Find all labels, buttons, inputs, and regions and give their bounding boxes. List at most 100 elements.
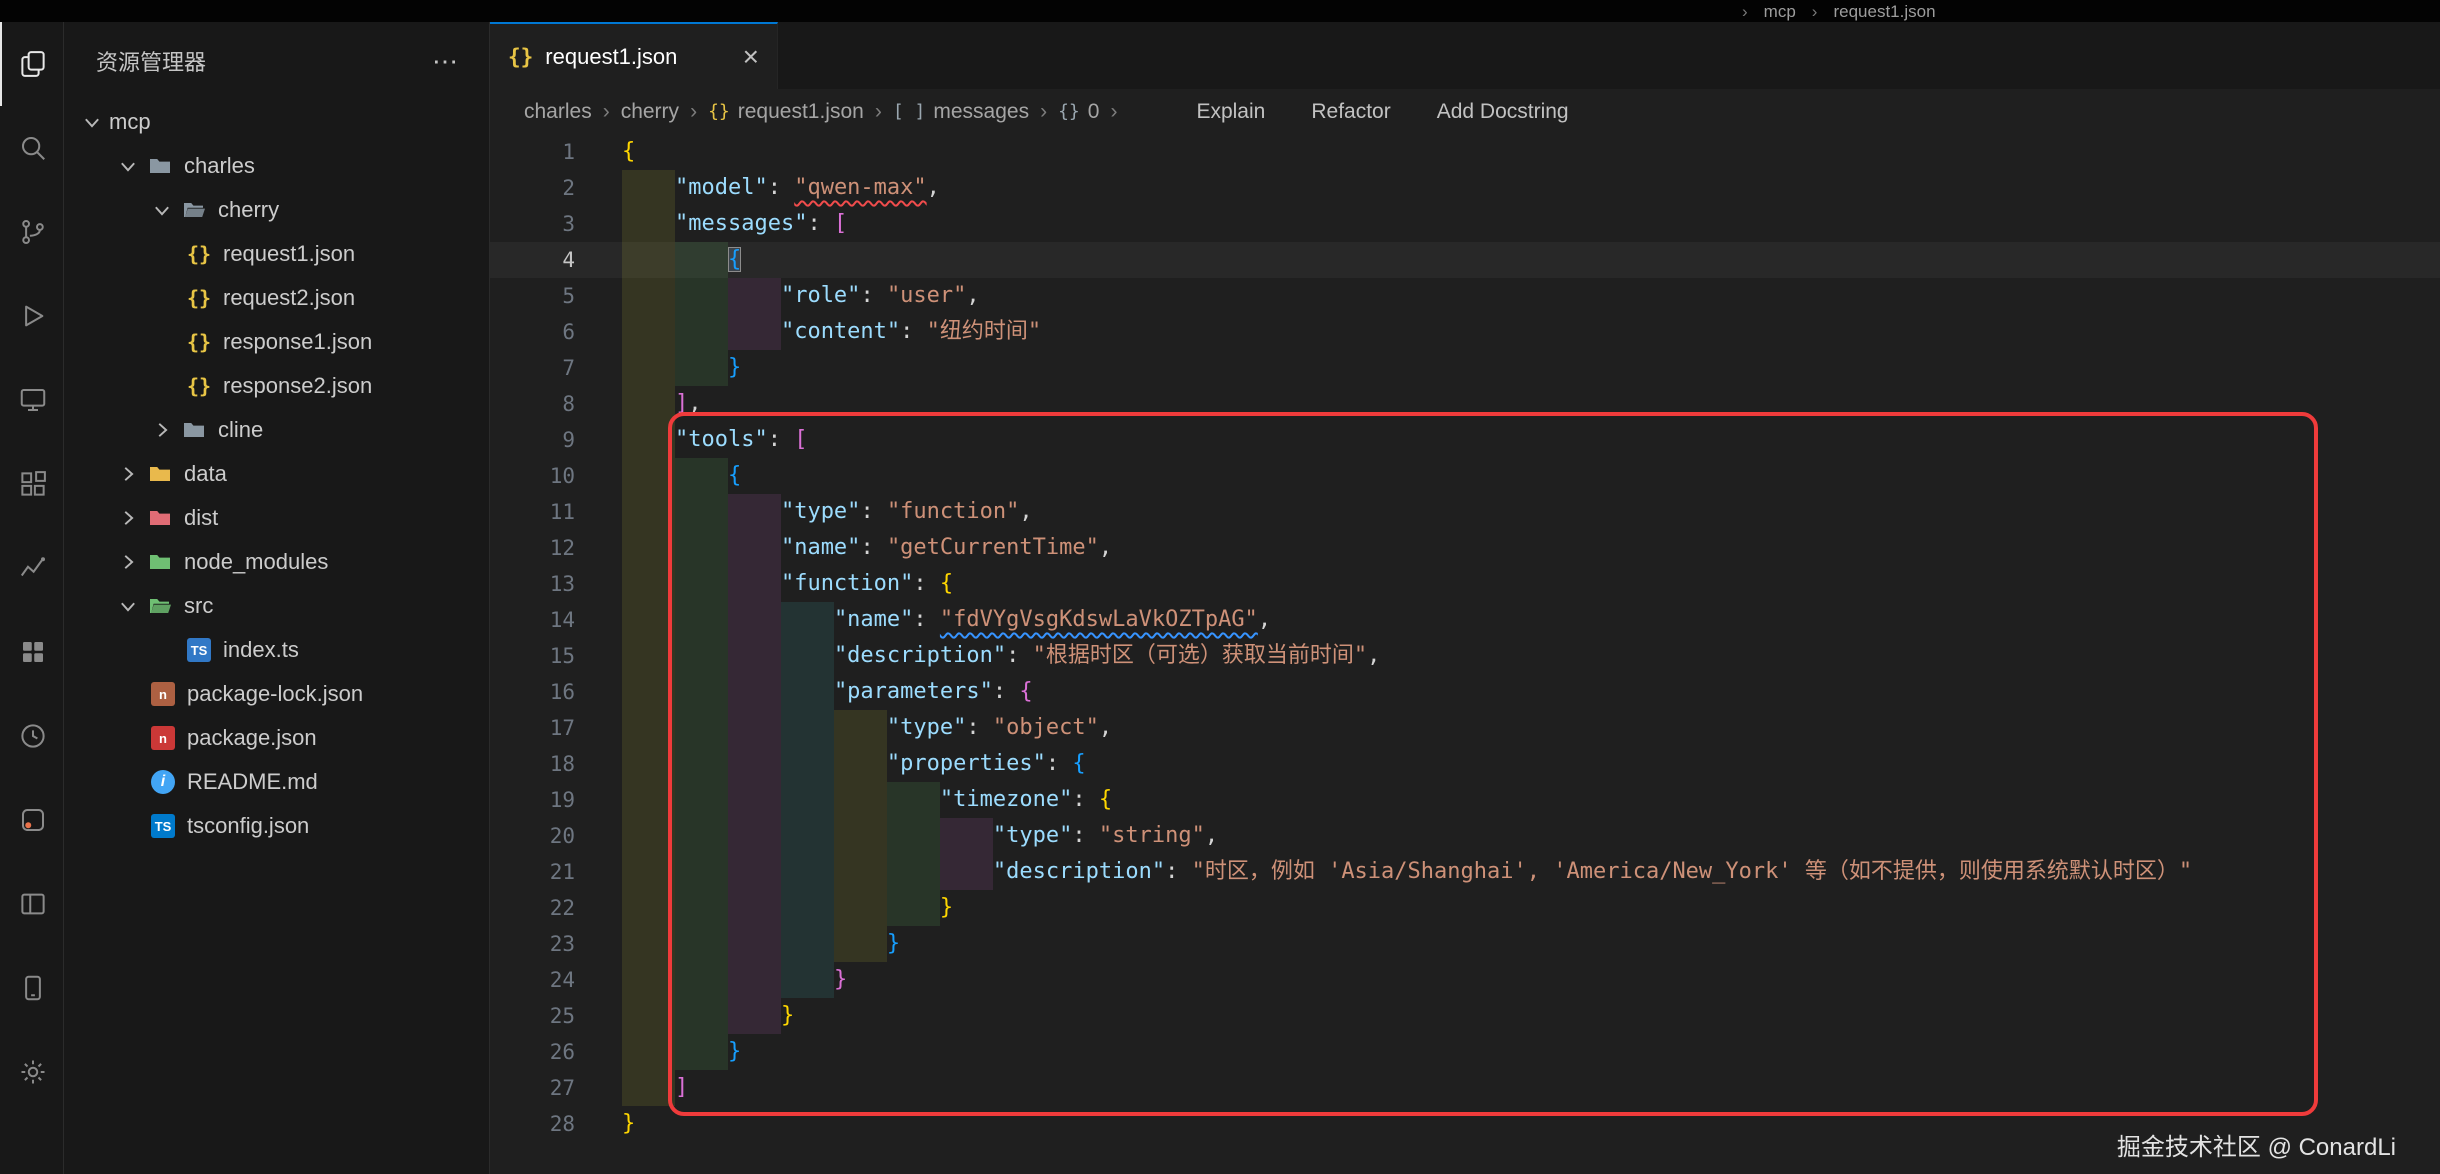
code-token: "时区，例如 'Asia/Shanghai', 'America/New_Yor… [1192,859,2193,884]
tree-item-src[interactable]: src [64,584,489,628]
tree-item-tsconfig-json[interactable]: TStsconfig.json [64,804,489,848]
tab-request1-json[interactable]: {} request1.json × [490,22,778,89]
tree-item-cline[interactable]: cline [64,408,489,452]
indent-guide [728,746,781,782]
code-line-8[interactable]: 8 ], [490,386,2440,422]
tree-item-label: index.ts [223,637,299,663]
indent-guide [675,314,728,350]
code-line-18[interactable]: 18 "properties": { [490,746,2440,782]
tree-item-request2-json[interactable]: {}request2.json [64,276,489,320]
code-line-14[interactable]: 14 "name": "fdVYgVsgKdswLaVkOZTpAG", [490,602,2440,638]
codelens-explain[interactable]: Explain [1196,100,1265,124]
code-line-24[interactable]: 24 } [490,962,2440,998]
line-number: 14 [490,602,575,638]
code-line-17[interactable]: 17 "type": "object", [490,710,2440,746]
more-actions-icon[interactable]: ⋯ [432,46,461,77]
remote-explorer-icon[interactable] [0,358,63,442]
activity-graph-icon[interactable] [0,526,63,610]
tree-item-response1-json[interactable]: {}response1.json [64,320,489,364]
code-line-6[interactable]: 6 "content": "纽约时间" [490,314,2440,350]
tree-item-package-json[interactable]: npackage.json [64,716,489,760]
code-line-27[interactable]: 27 ] [490,1070,2440,1106]
indent-guide [781,854,834,890]
settings-gear-icon[interactable] [0,1030,63,1114]
code-editor[interactable]: 1{2 "model": "qwen-max",3 "messages": [4… [490,134,2440,1174]
code-token: { [1099,787,1112,812]
code-token: } [622,1111,635,1136]
indent-guide [675,962,728,998]
tree-item-index-ts[interactable]: TSindex.ts [64,628,489,672]
tree-item-package-lock-json[interactable]: npackage-lock.json [64,672,489,716]
code-line-5[interactable]: 5 "role": "user", [490,278,2440,314]
grid-apps-icon[interactable] [0,610,63,694]
code-token: [ [794,427,807,452]
tree-item-data[interactable]: data [64,452,489,496]
code-line-7[interactable]: 7 } [490,350,2440,386]
explorer-title: 资源管理器 [96,45,206,77]
tree-item-node-modules[interactable]: node_modules [64,540,489,584]
line-number: 20 [490,818,575,854]
device-preview-icon[interactable] [0,946,63,1030]
code-token: , [688,391,701,416]
indent-guide [622,674,675,710]
tree-item-response2-json[interactable]: {}response2.json [64,364,489,408]
code-line-15[interactable]: 15 "description": "根据时区（可选）获取当前时间", [490,638,2440,674]
search-icon[interactable] [0,106,63,190]
tree-item-request1-json[interactable]: {}request1.json [64,232,489,276]
code-line-20[interactable]: 20 "type": "string", [490,818,2440,854]
code-line-22[interactable]: 22 } [490,890,2440,926]
code-line-2[interactable]: 2 "model": "qwen-max", [490,170,2440,206]
code-line-9[interactable]: 9 "tools": [ [490,422,2440,458]
codelens-add-docstring[interactable]: Add Docstring [1437,100,1569,124]
codelens-refactor[interactable]: Refactor [1311,100,1390,124]
code-line-1[interactable]: 1{ [490,134,2440,170]
tree-item-cherry[interactable]: cherry [64,188,489,232]
main-area: 资源管理器 ⋯ mcpcharlescherry{}request1.json{… [0,22,2440,1174]
code-line-19[interactable]: 19 "timezone": { [490,782,2440,818]
code-line-25[interactable]: 25 } [490,998,2440,1034]
indent-guide [622,206,675,242]
tree-item-label: cline [218,417,263,443]
indent-guide [675,782,728,818]
run-debug-icon[interactable] [0,274,63,358]
breadcrumb-item-request1-json[interactable]: {}request1.json [708,100,864,124]
code-token: "getCurrentTime" [887,535,1099,560]
breadcrumb-item-messages[interactable]: [ ]messages [893,100,1029,124]
breadcrumb-item-cherry[interactable]: cherry [621,100,679,124]
tree-item-label: response2.json [223,373,372,399]
tree-item-label: src [184,593,213,619]
indent-guide [781,710,834,746]
layout-panels-icon[interactable] [0,862,63,946]
code-line-26[interactable]: 26 } [490,1034,2440,1070]
code-token: , [927,175,940,200]
code-line-13[interactable]: 13 "function": { [490,566,2440,602]
code-line-23[interactable]: 23 } [490,926,2440,962]
explorer-icon[interactable] [0,22,63,106]
code-line-11[interactable]: 11 "type": "function", [490,494,2440,530]
code-line-16[interactable]: 16 "parameters": { [490,674,2440,710]
tree-item-readme-md[interactable]: iREADME.md [64,760,489,804]
tree-item-dist[interactable]: dist [64,496,489,540]
breadcrumb-item-charles[interactable]: charles [524,100,592,124]
code-line-4[interactable]: 4 { [490,242,2440,278]
indent-guide [728,530,781,566]
live-server-icon[interactable] [0,778,63,862]
title-bar: › mcp › request1.json [0,0,2440,22]
tab-close-icon[interactable]: × [743,43,759,71]
code-token: , [1099,535,1112,560]
code-line-12[interactable]: 12 "name": "getCurrentTime", [490,530,2440,566]
code-line-10[interactable]: 10 { [490,458,2440,494]
codelens-actions: Explain Refactor Add Docstring [1196,100,1568,124]
code-token: : [993,679,1020,704]
tree-item-mcp[interactable]: mcp [64,100,489,144]
source-control-icon[interactable] [0,190,63,274]
history-icon[interactable] [0,694,63,778]
code-line-3[interactable]: 3 "messages": [ [490,206,2440,242]
indent-guide [622,818,675,854]
tree-item-charles[interactable]: charles [64,144,489,188]
breadcrumb-item-0[interactable]: {}0 [1058,100,1099,124]
code-line-21[interactable]: 21 "description": "时区，例如 'Asia/Shanghai'… [490,854,2440,890]
extensions-icon[interactable] [0,442,63,526]
indent-guide [728,998,781,1034]
code-token: , [966,283,979,308]
